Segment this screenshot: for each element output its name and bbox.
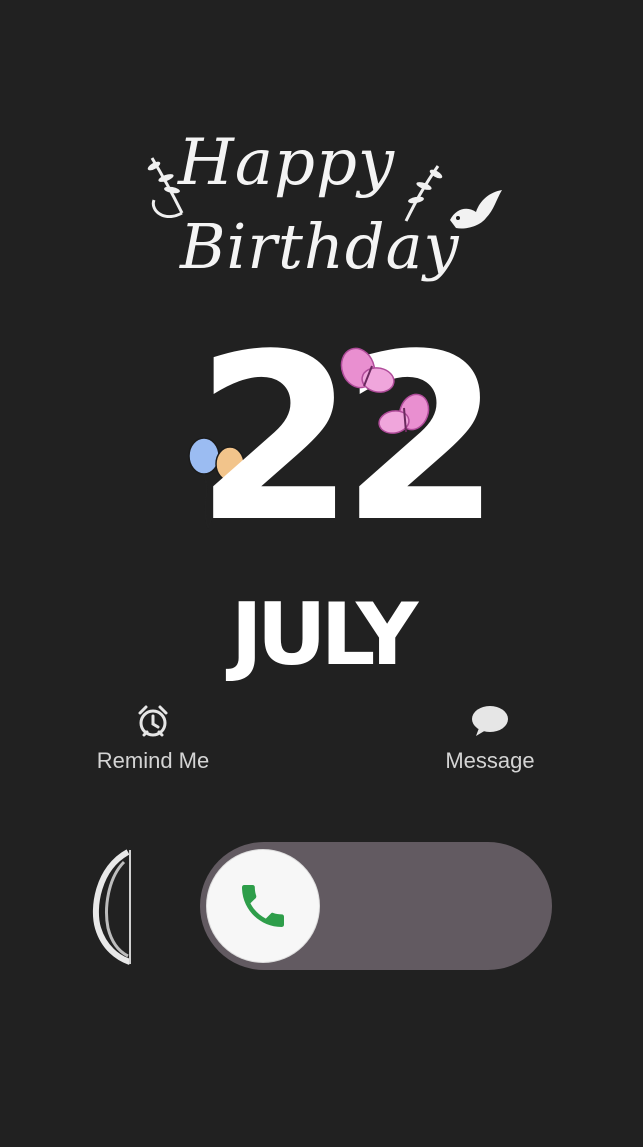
greeting-line-1: Happy — [178, 126, 396, 200]
message-button[interactable]: Message — [430, 704, 550, 774]
bird-icon — [450, 190, 502, 229]
remind-me-label: Remind Me — [96, 748, 210, 773]
message-label: Message — [445, 748, 535, 773]
remind-me-button[interactable]: Remind Me — [80, 704, 226, 774]
happy-birthday-title: Happy Birthday — [0, 118, 643, 318]
decline-partial-icon — [92, 849, 132, 965]
speech-bubble-icon — [472, 706, 508, 736]
phone-icon — [242, 885, 284, 927]
answer-slider-knob[interactable] — [207, 850, 319, 962]
birthday-month: JULY — [230, 585, 419, 685]
butterfly-icon — [378, 393, 430, 434]
leaf-sprig-right-icon — [404, 165, 443, 222]
alarm-clock-icon — [138, 705, 168, 737]
